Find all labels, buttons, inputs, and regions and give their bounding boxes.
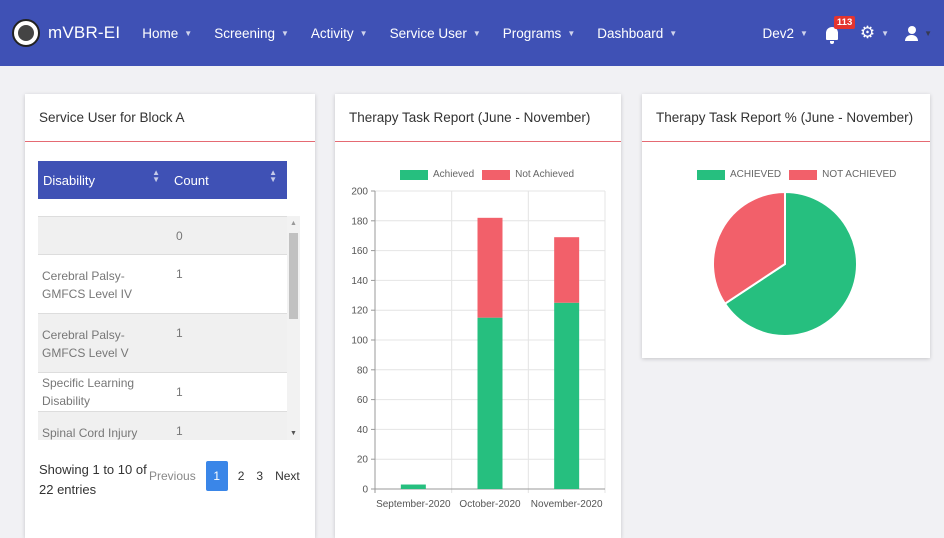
user-name: Dev2 — [762, 25, 794, 41]
page-2-button[interactable]: 2 — [232, 461, 251, 491]
column-label: Disability — [43, 172, 96, 188]
bar-not-achieved — [477, 217, 503, 318]
cell-count: 1 — [176, 424, 183, 438]
cell-disability: Cerebral Palsy- GMFCS Level IV — [42, 269, 133, 301]
nav-service-user[interactable]: Service User ▼ — [390, 26, 481, 41]
table-row: Cerebral Palsy- GMFCS Level V 1 — [38, 314, 287, 373]
cell-count: 1 — [176, 267, 183, 281]
column-header-disability[interactable]: Disability ▲ ▼ — [38, 161, 170, 199]
settings-menu[interactable]: ⚙ ▼ — [860, 23, 889, 43]
page-1-button[interactable]: 1 — [205, 461, 228, 491]
x-tick-label: October-2020 — [459, 499, 521, 510]
y-tick-label: 200 — [351, 187, 368, 198]
nav-dashboard-label: Dashboard — [597, 25, 664, 41]
y-tick-label: 160 — [351, 246, 368, 257]
nav-home-label: Home — [142, 25, 179, 41]
notifications-button[interactable]: 113 — [824, 16, 856, 44]
cell-disability: Cerebral Palsy- GMFCS Level V — [42, 328, 129, 360]
caret-down-icon: ▼ — [184, 28, 193, 38]
nav-activity[interactable]: Activity ▼ — [311, 26, 368, 41]
cell-count: 1 — [176, 326, 183, 340]
table-row: 0 — [38, 217, 287, 255]
sort-icon: ▲ ▼ — [269, 168, 277, 184]
brand-logo-icon — [12, 19, 40, 47]
nav-service-user-label: Service User — [389, 25, 467, 41]
y-tick-label: 0 — [362, 485, 368, 496]
table-row: Cerebral Palsy- GMFCS Level IV 1 — [38, 255, 287, 314]
nav-screening-label: Screening — [214, 25, 275, 41]
y-tick-label: 180 — [351, 216, 368, 227]
service-user-card: Service User for Block A Disability ▲ ▼ C… — [25, 94, 315, 538]
nav-home[interactable]: Home ▼ — [142, 26, 192, 41]
table-row: Specific Learning Disability 1 — [38, 373, 287, 412]
navbar-right: Dev2 ▼ 113 ⚙ ▼ ▼ — [762, 0, 932, 66]
column-label: Count — [174, 172, 209, 188]
y-tick-label: 140 — [351, 276, 368, 287]
table-row: Spinal Cord Injury 1 — [38, 412, 287, 440]
caret-down-icon: ▼ — [669, 28, 678, 38]
top-navbar: mVBR-EI Home ▼ Screening ▼ Activity ▼ Servi… — [0, 0, 944, 66]
y-tick-label: 120 — [351, 306, 368, 317]
y-tick-label: 60 — [357, 395, 369, 406]
caret-down-icon: ▼ — [280, 28, 289, 38]
user-menu[interactable]: Dev2 ▼ — [762, 26, 807, 41]
main-menu: Home ▼ Screening ▼ Activity ▼ Service User ▼… — [142, 26, 699, 41]
card-title: Service User for Block A — [25, 94, 315, 142]
cell-count: 0 — [176, 228, 183, 243]
page-3-button[interactable]: 3 — [250, 461, 269, 491]
stacked-bar-chart: 0 20 40 60 80 100 120 140 160 180 200 September-202… — [351, 187, 606, 510]
pagination: Previous 1 2 3 Next — [143, 461, 306, 491]
y-tick-label: 100 — [351, 336, 368, 347]
bar-achieved — [400, 484, 426, 489]
column-header-count[interactable]: Count ▲ ▼ — [170, 161, 287, 199]
therapy-task-pie-card: Therapy Task Report % (June - November) … — [642, 94, 930, 358]
notification-badge: 113 — [833, 16, 856, 29]
y-tick-label: 40 — [357, 425, 369, 436]
caret-down-icon: ▼ — [472, 28, 481, 38]
profile-menu[interactable]: ▼ — [905, 25, 932, 41]
caret-down-icon: ▼ — [924, 28, 932, 38]
bar-achieved — [554, 302, 580, 489]
nav-activity-label: Activity — [310, 25, 354, 41]
caret-down-icon: ▼ — [799, 28, 808, 38]
table-body: 0 Cerebral Palsy- GMFCS Level IV 1 Cereb… — [38, 216, 300, 440]
bar-achieved — [477, 317, 503, 489]
x-tick-label: November-2020 — [531, 499, 603, 510]
cell-count: 1 — [176, 385, 183, 399]
y-tick-label: 20 — [357, 455, 369, 466]
nav-programs[interactable]: Programs ▼ — [503, 26, 575, 41]
nav-programs-label: Programs — [502, 25, 562, 41]
scrollbar-thumb[interactable] — [289, 233, 298, 319]
y-tick-label: 80 — [357, 365, 369, 376]
table-info: Showing 1 to 10 of 22 entries — [39, 462, 147, 497]
nav-dashboard[interactable]: Dashboard ▼ — [597, 26, 677, 41]
therapy-task-bar-card: Therapy Task Report (June - November) Ac… — [335, 94, 621, 538]
cogs-icon: ⚙ — [859, 23, 876, 42]
previous-page-button[interactable]: Previous — [143, 461, 202, 491]
cell-disability: Spinal Cord Injury — [42, 426, 138, 440]
caret-down-icon: ▼ — [359, 28, 368, 38]
caret-down-icon: ▼ — [567, 28, 576, 38]
brand-name: mVBR-EI — [48, 23, 121, 42]
cell-disability: Specific Learning Disability — [42, 376, 135, 408]
brand[interactable]: mVBR-EI — [12, 19, 120, 47]
next-page-button[interactable]: Next — [269, 461, 306, 491]
sort-icon: ▲ ▼ — [152, 168, 160, 184]
caret-down-icon: ▼ — [881, 28, 890, 38]
table-header: Disability ▲ ▼ Count ▲ ▼ — [38, 161, 287, 199]
pie-chart — [712, 190, 858, 337]
nav-screening[interactable]: Screening ▼ — [214, 26, 289, 41]
scroll-up-icon[interactable]: ▲ — [290, 220, 297, 227]
user-icon — [905, 25, 919, 41]
bell-clapper — [829, 41, 834, 44]
table-scrollbar[interactable]: ▲ ▼ — [287, 216, 300, 440]
scroll-down-icon[interactable]: ▼ — [290, 430, 297, 437]
x-tick-label: September-2020 — [376, 499, 451, 510]
bar-not-achieved — [554, 237, 580, 303]
